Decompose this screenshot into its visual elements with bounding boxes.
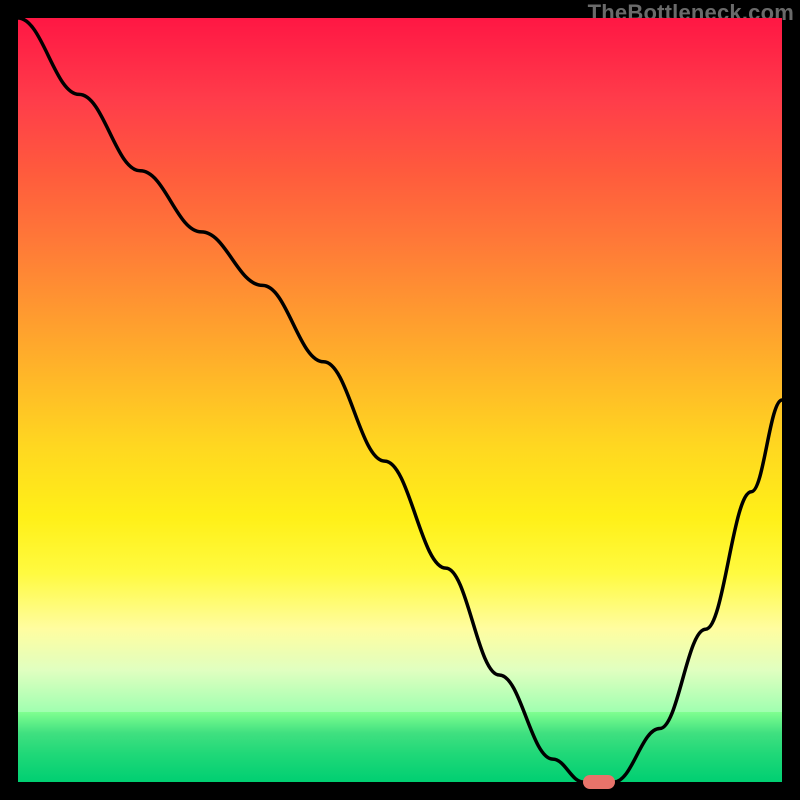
chart-area: [18, 18, 782, 782]
target-marker: [583, 775, 615, 789]
bottleneck-curve: [18, 18, 782, 782]
